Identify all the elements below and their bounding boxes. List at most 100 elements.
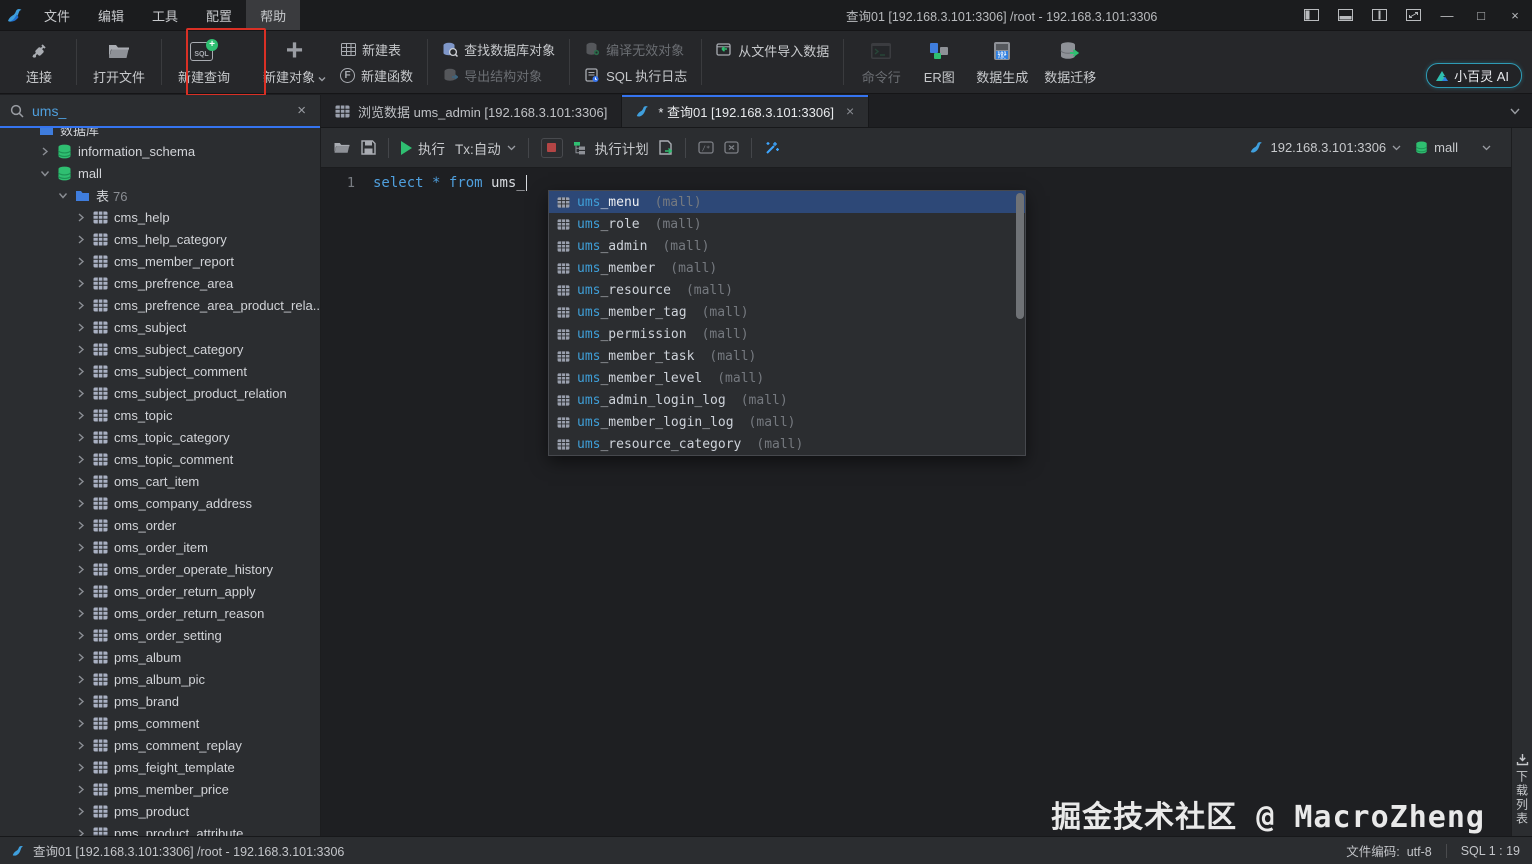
tree-table-row[interactable]: oms_order_return_reason [0,602,320,624]
copy-result-icon[interactable] [659,140,673,155]
new-query-button[interactable]: SQL + 新建查询 [170,36,238,88]
clear-format-icon[interactable] [724,141,739,154]
chevron-right-icon[interactable] [76,410,86,420]
search-input[interactable]: ums_ [32,103,285,119]
tree-table-row[interactable]: pms_comment_replay [0,734,320,756]
chevron-right-icon[interactable] [76,696,86,706]
chevron-right-icon[interactable] [76,828,86,836]
tree-schema-mall[interactable]: mall [0,162,320,184]
tree-table-row[interactable]: cms_topic_comment [0,448,320,470]
data-gen-button[interactable]: 101 ABC 数据生成 [968,36,1036,88]
run-button[interactable]: 执行 [401,138,445,158]
find-db-objects-button[interactable]: 查找数据库对象 [442,39,555,59]
chevron-right-icon[interactable] [76,300,86,310]
chevron-expanded-icon[interactable] [58,191,68,200]
autocomplete-item[interactable]: ums_member_tag (mall) [549,301,1025,323]
tab-overflow-chevron-icon[interactable] [1498,95,1532,127]
close-tab-icon[interactable]: × [846,103,854,119]
tree-table-row[interactable]: oms_company_address [0,492,320,514]
new-function-button[interactable]: F 新建函数 [340,65,413,85]
chevron-right-icon[interactable] [76,476,86,486]
tree-table-row[interactable]: cms_member_report [0,250,320,272]
autocomplete-item[interactable]: ums_admin_login_log (mall) [549,389,1025,411]
menu-item[interactable]: 工具 [138,0,192,30]
chevron-right-icon[interactable] [76,718,86,728]
chevron-right-icon[interactable] [76,740,86,750]
tree-table-row[interactable]: pms_product [0,800,320,822]
explain-plan-button[interactable]: 执行计划 [573,138,649,158]
tree-table-row[interactable]: oms_cart_item [0,470,320,492]
chevron-right-icon[interactable] [40,146,50,156]
tree-tables-folder[interactable]: 表 76 [0,184,320,206]
export-struct-button[interactable]: 导出结构对象 [442,65,555,85]
menu-item[interactable]: 配置 [192,0,246,30]
menu-item[interactable]: 帮助 [246,0,301,30]
chevron-right-icon[interactable] [76,454,86,464]
open-file-icon[interactable] [333,140,351,155]
comment-icon[interactable]: /* [698,141,714,154]
chevron-right-icon[interactable] [76,762,86,772]
tree-table-row[interactable]: pms_brand [0,690,320,712]
chevron-right-icon[interactable] [76,608,86,618]
data-migrate-button[interactable]: 数据迁移 [1036,36,1104,88]
autocomplete-scrollbar[interactable] [1016,193,1024,319]
tree-table-row[interactable]: pms_member_price [0,778,320,800]
save-icon[interactable] [361,140,376,155]
autocomplete-item[interactable]: ums_resource (mall) [549,279,1025,301]
chevron-right-icon[interactable] [76,630,86,640]
sql-log-button[interactable]: SQL 执行日志 [584,65,687,85]
tree-table-row[interactable]: cms_prefrence_area_product_rela... [0,294,320,316]
maximize-button[interactable]: □ [1464,0,1498,30]
tree-table-row[interactable]: cms_prefrence_area [0,272,320,294]
chevron-right-icon[interactable] [76,344,86,354]
compile-invalid-button[interactable]: 编译无效对象 [584,39,687,59]
tree-table-row[interactable]: cms_topic_category [0,426,320,448]
tab-query-01[interactable]: * 查询01 [192.168.3.101:3306] × [622,95,870,127]
tree-table-row[interactable]: cms_subject_comment [0,360,320,382]
tree-table-row[interactable]: cms_help [0,206,320,228]
autocomplete-item[interactable]: ums_menu (mall) [549,191,1025,213]
clear-search-icon[interactable]: × [293,102,310,119]
tree-table-row[interactable]: cms_subject [0,316,320,338]
autocomplete-item[interactable]: ums_admin (mall) [549,235,1025,257]
tab-browse-data[interactable]: 浏览数据 ums_admin [192.168.3.101:3306] [321,95,623,127]
tree-table-row[interactable]: pms_album [0,646,320,668]
chevron-right-icon[interactable] [76,322,86,332]
connect-button[interactable]: 连接 [10,36,68,88]
menu-item[interactable]: 文件 [30,0,84,30]
cmdline-button[interactable]: 命令行 [852,36,910,88]
tree-table-row[interactable]: oms_order_setting [0,624,320,646]
autocomplete-item[interactable]: ums_permission (mall) [549,323,1025,345]
chevron-right-icon[interactable] [76,388,86,398]
tree-table-row[interactable]: pms_album_pic [0,668,320,690]
tree-table-row[interactable]: pms_comment [0,712,320,734]
menu-item[interactable]: 编辑 [84,0,138,30]
chevron-right-icon[interactable] [76,256,86,266]
chevron-right-icon[interactable] [76,586,86,596]
import-data-button[interactable]: 从文件导入数据 [716,40,829,60]
tree-schema-information-schema[interactable]: information_schema [0,140,320,162]
tree-table-row[interactable]: oms_order_return_apply [0,580,320,602]
minimize-button[interactable]: — [1430,0,1464,30]
new-object-button[interactable]: + 新建对象 [255,36,334,88]
tree-table-row[interactable]: cms_subject_category [0,338,320,360]
tree-table-row[interactable]: cms_topic [0,404,320,426]
chevron-right-icon[interactable] [76,234,86,244]
chevron-right-icon[interactable] [76,366,86,376]
layout-left-panel-icon[interactable] [1294,0,1328,30]
download-icon[interactable] [1516,753,1529,766]
tx-mode-dropdown[interactable]: Tx:自动 [455,138,516,158]
tree-table-row[interactable]: cms_help_category [0,228,320,250]
chevron-expanded-icon[interactable] [40,169,50,178]
sql-editor[interactable]: 1 select * from ums_ ums_menu (mall) ums… [321,168,1511,836]
stop-button[interactable] [540,137,563,158]
chevron-right-icon[interactable] [76,652,86,662]
chevron-right-icon[interactable] [76,542,86,552]
tree-table-row[interactable]: pms_feight_template [0,756,320,778]
new-table-button[interactable]: 新建表 [340,39,413,59]
tree-table-row[interactable]: cms_subject_product_relation [0,382,320,404]
chevron-right-icon[interactable] [76,806,86,816]
chevron-right-icon[interactable] [76,520,86,530]
database-dropdown[interactable]: mall [1415,140,1491,155]
autocomplete-item[interactable]: ums_resource_category (mall) [549,433,1025,455]
